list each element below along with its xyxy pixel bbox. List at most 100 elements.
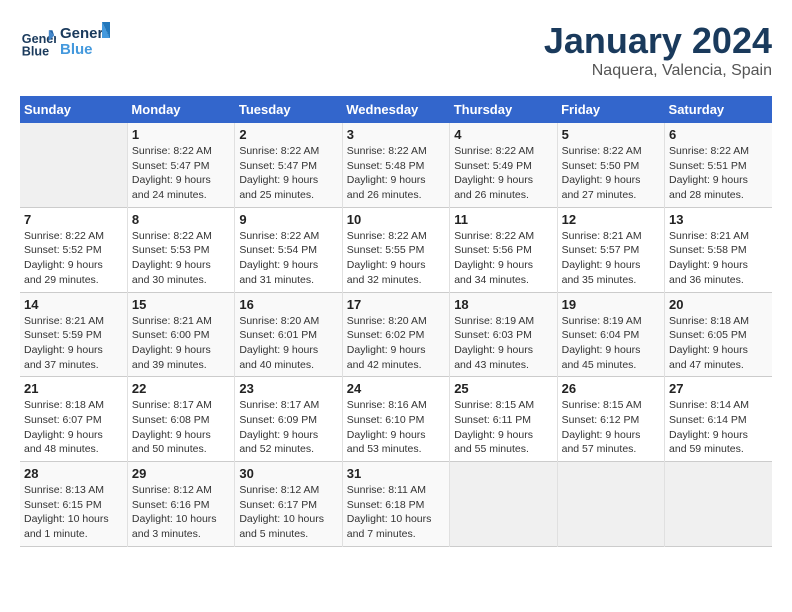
day-info: Sunrise: 8:21 AMSunset: 5:59 PMDaylight:…: [24, 314, 123, 373]
day-info: Sunrise: 8:16 AMSunset: 6:10 PMDaylight:…: [347, 398, 445, 457]
calendar-cell: 17 Sunrise: 8:20 AMSunset: 6:02 PMDayligh…: [342, 292, 449, 377]
day-number: 3: [347, 127, 445, 142]
logo-graphic: General Blue: [60, 20, 110, 62]
day-number: 2: [239, 127, 337, 142]
day-number: 22: [132, 381, 230, 396]
day-number: 15: [132, 297, 230, 312]
day-number: 29: [132, 466, 230, 481]
calendar-cell: 6Sunrise: 8:22 AMSunset: 5:51 PMDaylight…: [665, 123, 772, 207]
calendar-cell: 23 Sunrise: 8:17 AMSunset: 6:09 PMDayligh…: [235, 377, 342, 462]
calendar-cell: 14 Sunrise: 8:21 AMSunset: 5:59 PMDayligh…: [20, 292, 127, 377]
day-info: Sunrise: 8:17 AMSunset: 6:09 PMDaylight:…: [239, 398, 337, 457]
day-info: Sunrise: 8:18 AMSunset: 6:05 PMDaylight:…: [669, 314, 768, 373]
day-info: Sunrise: 8:22 AMSunset: 5:47 PMDaylight:…: [239, 144, 337, 203]
day-info: Sunrise: 8:21 AMSunset: 6:00 PMDaylight:…: [132, 314, 230, 373]
day-number: 18: [454, 297, 552, 312]
day-info: Sunrise: 8:22 AMSunset: 5:54 PMDaylight:…: [239, 229, 337, 288]
day-info: Sunrise: 8:22 AMSunset: 5:47 PMDaylight:…: [132, 144, 230, 203]
calendar-cell: [557, 462, 664, 547]
calendar-cell: 4Sunrise: 8:22 AMSunset: 5:49 PMDaylight…: [450, 123, 557, 207]
calendar-cell: 25 Sunrise: 8:15 AMSunset: 6:11 PMDayligh…: [450, 377, 557, 462]
day-info: Sunrise: 8:22 AMSunset: 5:55 PMDaylight:…: [347, 229, 445, 288]
day-info: Sunrise: 8:12 AMSunset: 6:17 PMDaylight:…: [239, 483, 337, 542]
calendar-week-row: 14 Sunrise: 8:21 AMSunset: 5:59 PMDayligh…: [20, 292, 772, 377]
day-number: 26: [562, 381, 660, 396]
svg-text:Blue: Blue: [60, 41, 93, 58]
day-info: Sunrise: 8:12 AMSunset: 6:16 PMDaylight:…: [132, 483, 230, 542]
calendar-cell: 12Sunrise: 8:21 AMSunset: 5:57 PMDayligh…: [557, 207, 664, 292]
calendar-cell: 28 Sunrise: 8:13 AMSunset: 6:15 PMDayligh…: [20, 462, 127, 547]
col-saturday: Saturday: [665, 96, 772, 123]
calendar-cell: 8 Sunrise: 8:22 AMSunset: 5:53 PMDaylight…: [127, 207, 234, 292]
col-sunday: Sunday: [20, 96, 127, 123]
day-number: 24: [347, 381, 445, 396]
col-friday: Friday: [557, 96, 664, 123]
day-number: 20: [669, 297, 768, 312]
day-info: Sunrise: 8:22 AMSunset: 5:48 PMDaylight:…: [347, 144, 445, 203]
day-info: Sunrise: 8:11 AMSunset: 6:18 PMDaylight:…: [347, 483, 445, 542]
calendar-cell: 29 Sunrise: 8:12 AMSunset: 6:16 PMDayligh…: [127, 462, 234, 547]
day-number: 14: [24, 297, 123, 312]
day-number: 25: [454, 381, 552, 396]
calendar-cell: 13 Sunrise: 8:21 AMSunset: 5:58 PMDayligh…: [665, 207, 772, 292]
day-info: Sunrise: 8:22 AMSunset: 5:49 PMDaylight:…: [454, 144, 552, 203]
day-info: Sunrise: 8:14 AMSunset: 6:14 PMDaylight:…: [669, 398, 768, 457]
calendar-table: Sunday Monday Tuesday Wednesday Thursday…: [20, 96, 772, 547]
day-number: 9: [239, 212, 337, 227]
calendar-week-row: 21Sunrise: 8:18 AMSunset: 6:07 PMDayligh…: [20, 377, 772, 462]
col-tuesday: Tuesday: [235, 96, 342, 123]
calendar-cell: 30 Sunrise: 8:12 AMSunset: 6:17 PMDayligh…: [235, 462, 342, 547]
page-title: January 2024: [544, 20, 772, 62]
day-info: Sunrise: 8:22 AMSunset: 5:50 PMDaylight:…: [562, 144, 660, 203]
day-number: 31: [347, 466, 445, 481]
col-wednesday: Wednesday: [342, 96, 449, 123]
calendar-cell: 26Sunrise: 8:15 AMSunset: 6:12 PMDayligh…: [557, 377, 664, 462]
logo: General Blue General Blue: [20, 20, 110, 62]
calendar-header-row: Sunday Monday Tuesday Wednesday Thursday…: [20, 96, 772, 123]
day-info: Sunrise: 8:13 AMSunset: 6:15 PMDaylight:…: [24, 483, 123, 542]
calendar-cell: [20, 123, 127, 207]
col-monday: Monday: [127, 96, 234, 123]
day-number: 10: [347, 212, 445, 227]
calendar-cell: 7 Sunrise: 8:22 AMSunset: 5:52 PMDaylight…: [20, 207, 127, 292]
calendar-week-row: 1 Sunrise: 8:22 AMSunset: 5:47 PMDaylight…: [20, 123, 772, 207]
page-header: General Blue General Blue January 2024 N…: [20, 20, 772, 80]
day-number: 23: [239, 381, 337, 396]
day-number: 13: [669, 212, 768, 227]
calendar-cell: 24 Sunrise: 8:16 AMSunset: 6:10 PMDayligh…: [342, 377, 449, 462]
day-info: Sunrise: 8:20 AMSunset: 6:02 PMDaylight:…: [347, 314, 445, 373]
day-number: 8: [132, 212, 230, 227]
calendar-cell: [450, 462, 557, 547]
day-info: Sunrise: 8:18 AMSunset: 6:07 PMDaylight:…: [24, 398, 123, 457]
day-number: 17: [347, 297, 445, 312]
calendar-cell: 20 Sunrise: 8:18 AMSunset: 6:05 PMDayligh…: [665, 292, 772, 377]
calendar-cell: 27 Sunrise: 8:14 AMSunset: 6:14 PMDayligh…: [665, 377, 772, 462]
day-info: Sunrise: 8:22 AMSunset: 5:52 PMDaylight:…: [24, 229, 123, 288]
day-info: Sunrise: 8:15 AMSunset: 6:11 PMDaylight:…: [454, 398, 552, 457]
day-number: 1: [132, 127, 230, 142]
day-number: 16: [239, 297, 337, 312]
day-number: 30: [239, 466, 337, 481]
day-info: Sunrise: 8:20 AMSunset: 6:01 PMDaylight:…: [239, 314, 337, 373]
day-number: 28: [24, 466, 123, 481]
calendar-cell: 31 Sunrise: 8:11 AMSunset: 6:18 PMDayligh…: [342, 462, 449, 547]
day-number: 6: [669, 127, 768, 142]
calendar-cell: 18Sunrise: 8:19 AMSunset: 6:03 PMDayligh…: [450, 292, 557, 377]
day-info: Sunrise: 8:19 AMSunset: 6:04 PMDaylight:…: [562, 314, 660, 373]
calendar-cell: 2 Sunrise: 8:22 AMSunset: 5:47 PMDaylight…: [235, 123, 342, 207]
calendar-cell: 5 Sunrise: 8:22 AMSunset: 5:50 PMDaylight…: [557, 123, 664, 207]
day-number: 7: [24, 212, 123, 227]
calendar-cell: 22Sunrise: 8:17 AMSunset: 6:08 PMDayligh…: [127, 377, 234, 462]
day-info: Sunrise: 8:21 AMSunset: 5:58 PMDaylight:…: [669, 229, 768, 288]
svg-text:Blue: Blue: [22, 44, 49, 58]
logo-icon: General Blue: [20, 23, 56, 59]
day-number: 5: [562, 127, 660, 142]
day-info: Sunrise: 8:22 AMSunset: 5:53 PMDaylight:…: [132, 229, 230, 288]
day-info: Sunrise: 8:21 AMSunset: 5:57 PMDaylight:…: [562, 229, 660, 288]
col-thursday: Thursday: [450, 96, 557, 123]
calendar-cell: 16 Sunrise: 8:20 AMSunset: 6:01 PMDayligh…: [235, 292, 342, 377]
calendar-cell: [665, 462, 772, 547]
day-info: Sunrise: 8:22 AMSunset: 5:56 PMDaylight:…: [454, 229, 552, 288]
day-number: 27: [669, 381, 768, 396]
calendar-cell: 9 Sunrise: 8:22 AMSunset: 5:54 PMDaylight…: [235, 207, 342, 292]
